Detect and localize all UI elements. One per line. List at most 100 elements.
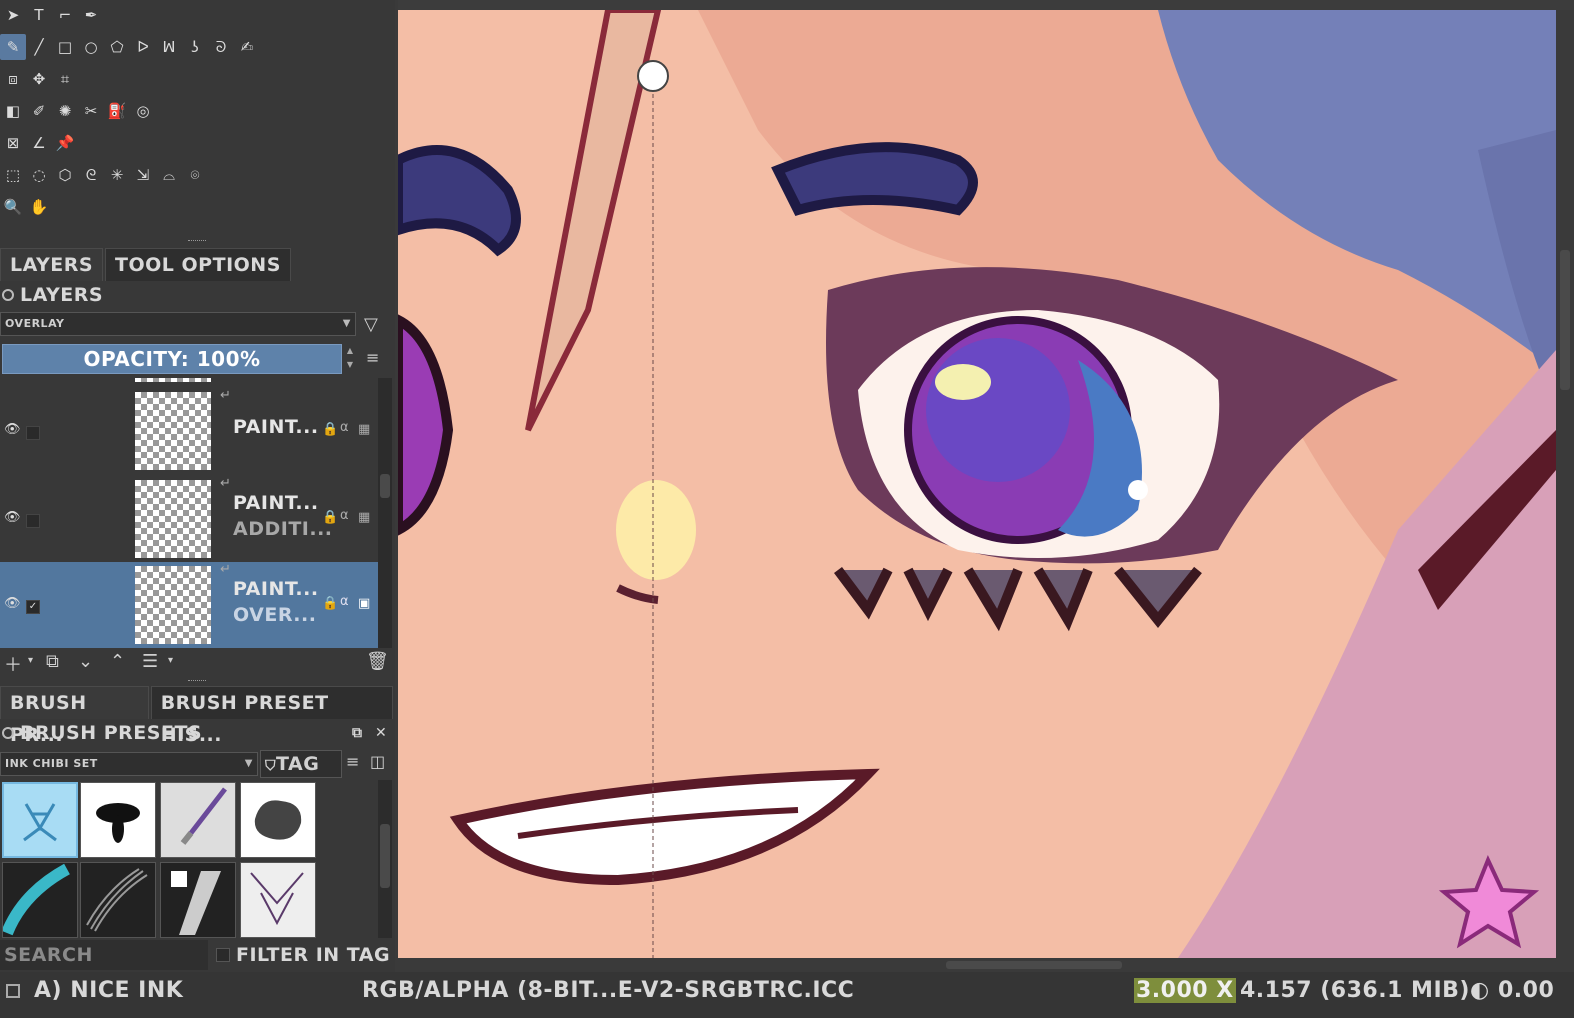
alpha-icon[interactable]: α — [340, 594, 349, 609]
zoom-indicator[interactable]: 3.000 x — [1134, 978, 1236, 1003]
add-layer-dropdown-icon[interactable]: ▾ — [28, 655, 33, 666]
polyline-icon[interactable]: ᐅ — [130, 34, 156, 60]
layer-checkbox[interactable]: ✓ — [26, 600, 40, 614]
dynamic-brush-icon[interactable]: ᘐ — [208, 34, 234, 60]
inherit-alpha-icon[interactable]: ▦ — [358, 422, 370, 437]
inherit-alpha-icon[interactable]: ▦ — [358, 510, 370, 525]
float-docker-icon[interactable]: ⧉ — [352, 725, 363, 741]
alpha-icon[interactable]: α — [340, 420, 349, 435]
tag-button[interactable]: ⛉Tag — [260, 750, 342, 778]
enclose-fill-icon[interactable]: ◎ — [130, 98, 156, 124]
polygon-icon[interactable]: ⬠ — [104, 34, 130, 60]
brush-preset-texture[interactable] — [240, 862, 316, 938]
layer-checkbox[interactable] — [26, 426, 40, 440]
brush-grid-scrollbar[interactable] — [378, 780, 392, 938]
reference-pin-icon[interactable]: 📌 — [52, 130, 78, 156]
text-icon[interactable]: T — [26, 2, 52, 28]
opacity-slider[interactable]: Opacity: 100% — [2, 344, 342, 374]
ellipse-select-icon[interactable]: ◌ — [26, 162, 52, 188]
duplicate-layer-icon[interactable]: ⧉ — [46, 651, 59, 672]
brush-grid-scroll-thumb[interactable] — [380, 824, 390, 888]
measure-icon[interactable]: ∠ — [26, 130, 52, 156]
filter-icon[interactable]: ▽ — [364, 314, 378, 335]
panel-icon[interactable]: ◫ — [370, 752, 385, 771]
pan-icon[interactable]: ✋ — [26, 194, 52, 220]
add-layer-icon[interactable]: ＋ — [4, 651, 22, 677]
brush-preset-smooth[interactable] — [1, 862, 78, 938]
lock-docker-icon[interactable] — [2, 289, 14, 301]
brush-tag-select[interactable]: Ink Chibi Set ▼ — [0, 752, 258, 776]
layers-scrollbar[interactable] — [378, 378, 392, 648]
delete-layer-icon[interactable]: 🗑 — [366, 651, 389, 672]
assistant-icon[interactable]: ⊠ — [0, 130, 26, 156]
freehand-path-icon[interactable]: ʖ — [182, 34, 208, 60]
tab-tool-options[interactable]: Tool Options — [105, 248, 291, 281]
canvas-vertical-scrollbar[interactable] — [1556, 10, 1574, 958]
blend-mode-select[interactable]: Overlay ▼ — [0, 312, 356, 336]
lock-docker-icon[interactable] — [2, 727, 14, 739]
ellipse-icon[interactable]: ○ — [78, 34, 104, 60]
transform-icon[interactable]: ⧈ — [0, 66, 26, 92]
gradient-icon[interactable]: ◧ — [0, 98, 26, 124]
bezier-icon[interactable]: ꟽ — [156, 34, 182, 60]
docker-resize-grip[interactable] — [188, 680, 206, 684]
similar-select-icon[interactable]: ⇲ — [130, 162, 156, 188]
canvas[interactable] — [398, 10, 1556, 958]
brush-indicator-icon[interactable] — [6, 984, 20, 998]
smart-patch-icon[interactable]: ✂ — [78, 98, 104, 124]
view-mode-icon[interactable]: ≡ — [346, 752, 359, 771]
rotation-icon[interactable]: ◐ — [1470, 978, 1490, 1003]
contiguous-select-icon[interactable]: ✳ — [104, 162, 130, 188]
close-docker-icon[interactable]: ✕ — [375, 725, 387, 741]
polygon-select-icon[interactable]: ⬡ — [52, 162, 78, 188]
layer-properties-icon[interactable]: ☰ — [142, 651, 158, 672]
layer-row-3-selected[interactable]: 👁 ✓ ↵ Paint... Over... 🔒 α ▣ — [0, 562, 378, 648]
multibrush-icon[interactable]: ✍ — [234, 34, 260, 60]
lock-icon[interactable]: 🔒 — [322, 422, 338, 437]
filter-checkbox[interactable] — [216, 948, 230, 962]
layer-checkbox[interactable] — [26, 514, 40, 528]
freehand-select-icon[interactable]: ᘓ — [78, 162, 104, 188]
edit-shapes-icon[interactable]: ⌐ — [52, 2, 78, 28]
zoom-icon[interactable]: 🔍 — [0, 194, 26, 220]
brush-preset-eraser[interactable] — [160, 862, 236, 938]
brush-preset-water[interactable] — [160, 782, 236, 858]
calligraphy-icon[interactable]: ✒ — [78, 2, 104, 28]
layers-scroll-thumb[interactable] — [380, 474, 390, 498]
layer-options-menu-icon[interactable]: ≡ — [366, 348, 379, 367]
rotation-value[interactable]: 0.00 — [1498, 978, 1554, 1003]
move-layer-down-icon[interactable]: ⌄ — [78, 651, 93, 672]
brush-preset-blot[interactable] — [80, 782, 156, 858]
canvas-hscroll-thumb[interactable] — [946, 961, 1122, 969]
freehand-brush-icon[interactable]: ✎ — [0, 34, 26, 60]
colorize-mask-icon[interactable]: ✺ — [52, 98, 78, 124]
rect-select-icon[interactable]: ⬚ — [0, 162, 26, 188]
inherit-alpha-icon[interactable]: ▣ — [358, 596, 370, 611]
crop-icon[interactable]: ⌗ — [52, 66, 78, 92]
select-shapes-icon[interactable]: ➤ — [0, 2, 26, 28]
layer-row-1[interactable]: 👁 ↵ Paint... 🔒 α ▦ — [0, 388, 378, 474]
tab-brush-presets[interactable]: Brush Pr... — [0, 686, 149, 746]
alpha-icon[interactable]: α — [340, 508, 349, 523]
canvas-vscroll-thumb[interactable] — [1560, 250, 1570, 390]
fill-icon[interactable]: ⛽ — [104, 98, 130, 124]
filter-in-tag-checkbox[interactable]: Filter in Tag — [216, 940, 390, 970]
brush-preset-ink[interactable] — [2, 782, 78, 858]
rectangle-icon[interactable]: □ — [52, 34, 78, 60]
layer-row-partial[interactable] — [0, 378, 378, 386]
brush-preset-hair[interactable] — [80, 862, 156, 938]
brush-preset-charcoal[interactable] — [240, 782, 316, 858]
lock-icon[interactable]: 🔒 — [322, 596, 338, 611]
toolbox-resize-grip[interactable] — [188, 240, 206, 244]
eye-icon[interactable]: 👁 — [4, 422, 21, 437]
magnetic-select-icon[interactable]: ⌾ — [182, 162, 208, 188]
brush-search-input[interactable]: Search — [0, 940, 208, 970]
color-picker-icon[interactable]: ✐ — [26, 98, 52, 124]
line-icon[interactable]: ╱ — [26, 34, 52, 60]
properties-dropdown-icon[interactable]: ▾ — [168, 655, 173, 666]
layer-row-2[interactable]: 👁 ↵ Paint... Additi... 🔒 α ▦ — [0, 476, 378, 562]
bezier-select-icon[interactable]: ⌓ — [156, 162, 182, 188]
move-icon[interactable]: ✥ — [26, 66, 52, 92]
canvas-horizontal-scrollbar[interactable] — [398, 958, 1574, 972]
tab-brush-preset-history[interactable]: Brush Preset His... — [150, 686, 393, 746]
